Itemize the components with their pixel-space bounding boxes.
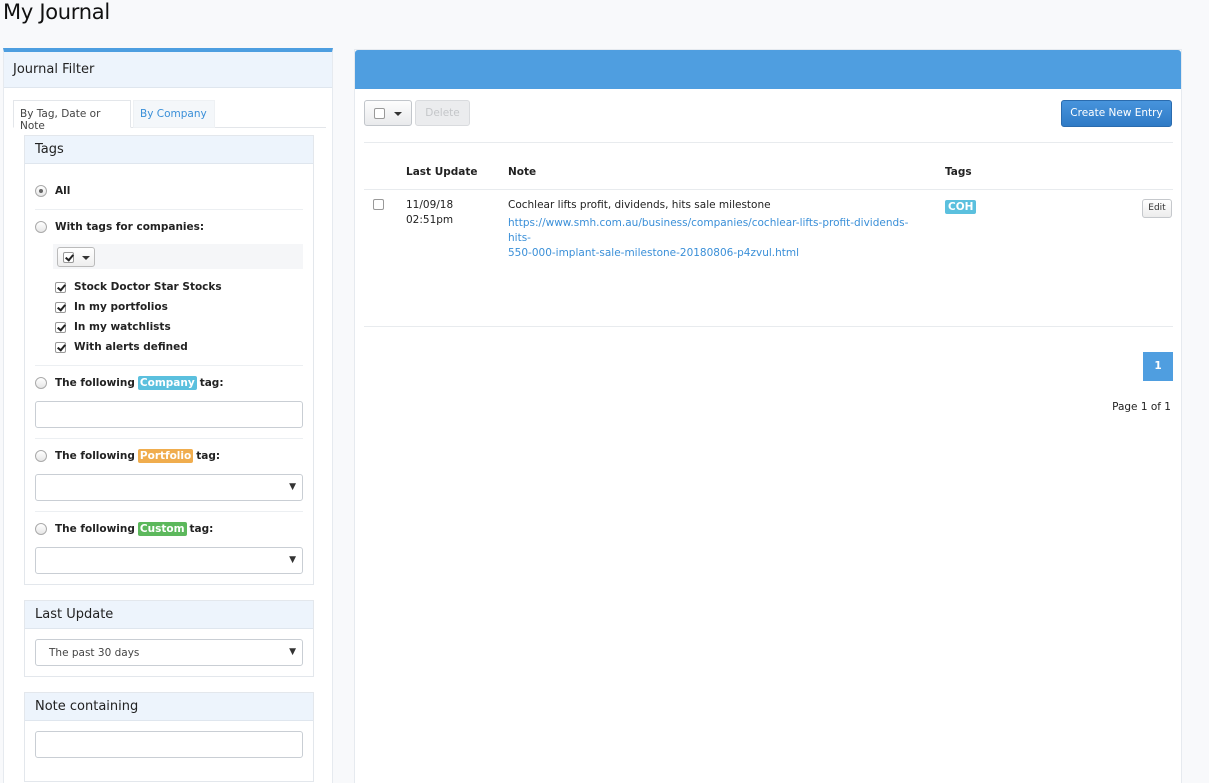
radio-with-tags-label: With tags for companies: <box>55 221 205 233</box>
caret-down-icon <box>82 256 90 260</box>
column-header-last-update[interactable]: Last Update <box>406 166 478 178</box>
dropdown-arrow-icon: ▼ <box>289 555 296 565</box>
portfolio-tag-select[interactable]: ▼ <box>35 474 303 501</box>
divider <box>364 326 1173 327</box>
note-containing-box: Note containing <box>24 692 314 782</box>
delete-button[interactable]: Delete <box>415 100 470 126</box>
checkbox-icon <box>374 108 385 119</box>
radio-portfolio-tag[interactable] <box>35 450 47 462</box>
last-update-selected: The past 30 days <box>49 647 140 659</box>
radio-with-tags-row[interactable]: With tags for companies: <box>35 221 204 233</box>
page-1-button[interactable]: 1 <box>1143 352 1173 381</box>
portfolio-tag-label: Portfolio <box>137 449 194 463</box>
divider <box>35 511 303 512</box>
note-containing-title: Note containing <box>25 693 313 721</box>
check-watchlists-row[interactable]: In my watchlists <box>55 321 171 333</box>
tag-suffix-label: tag: <box>199 377 224 389</box>
select-entries-dropdown[interactable] <box>364 100 412 126</box>
row-checkbox[interactable] <box>373 199 384 210</box>
custom-tag-label: Custom <box>137 522 187 536</box>
page-title: My Journal <box>3 0 110 24</box>
journal-entries-panel: Delete Create New Entry Last Update Note… <box>354 49 1182 783</box>
create-new-entry-button[interactable]: Create New Entry <box>1061 100 1172 127</box>
row-note: Cochlear lifts profit, dividends, hits s… <box>508 198 928 261</box>
edit-button[interactable]: Edit <box>1142 199 1172 218</box>
radio-with-tags[interactable] <box>35 221 47 233</box>
check-portfolios-row[interactable]: In my portfolios <box>55 301 168 313</box>
divider <box>364 142 1173 143</box>
check-star-stocks-label: Stock Doctor Star Stocks <box>74 281 222 293</box>
column-header-tags[interactable]: Tags <box>945 166 972 178</box>
journal-filter-title: Journal Filter <box>4 52 332 88</box>
tags-box-title: Tags <box>25 136 313 164</box>
page-info: Page 1 of 1 <box>1112 401 1171 413</box>
note-containing-input[interactable] <box>35 731 303 758</box>
filter-tabs: By Tag, Date or Note By Company <box>13 100 326 132</box>
following-label: The following <box>55 450 135 462</box>
tags-box: Tags All With tags for companies: Stock … <box>24 135 314 585</box>
entries-header-bar <box>355 50 1181 89</box>
checkbox-star-stocks[interactable] <box>55 281 66 293</box>
checkbox-watchlists[interactable] <box>55 321 66 333</box>
dropdown-arrow-icon: ▼ <box>289 647 296 657</box>
radio-all[interactable] <box>35 185 47 197</box>
radio-custom-tag[interactable] <box>35 523 47 535</box>
dropdown-arrow-icon: ▼ <box>289 482 296 492</box>
select-all-dropdown[interactable] <box>57 247 95 267</box>
row-note-link[interactable]: https://www.smh.com.au/business/companie… <box>508 216 928 261</box>
divider <box>35 209 303 210</box>
check-alerts-label: With alerts defined <box>74 341 188 353</box>
row-note-link-line2: 550-000-implant-sale-milestone-20180806-… <box>508 247 800 259</box>
company-tag-label: Company <box>137 376 197 390</box>
radio-company-tag[interactable] <box>35 377 47 389</box>
radio-company-tag-row[interactable]: The following Company tag: <box>35 376 224 390</box>
following-label: The following <box>55 523 135 535</box>
following-label: The following <box>55 377 135 389</box>
row-last-update: 11/09/18 02:51pm <box>406 198 453 228</box>
checkbox-alerts[interactable] <box>55 341 66 353</box>
radio-all-row[interactable]: All <box>35 185 70 197</box>
check-portfolios-label: In my portfolios <box>74 301 168 313</box>
radio-custom-tag-row[interactable]: The following Custom tag: <box>35 522 213 536</box>
tab-by-tag-date-note[interactable]: By Tag, Date or Note <box>13 100 131 132</box>
radio-portfolio-tag-row[interactable]: The following Portfolio tag: <box>35 449 220 463</box>
company-tag-options <box>53 244 303 269</box>
custom-tag-select[interactable]: ▼ <box>35 547 303 574</box>
row-time: 02:51pm <box>406 214 454 226</box>
journal-filter-panel: Journal Filter By Tag, Date or Note By C… <box>3 48 333 783</box>
row-note-link-line1: https://www.smh.com.au/business/companie… <box>508 217 909 244</box>
tab-by-company[interactable]: By Company <box>133 100 215 128</box>
tag-suffix-label: tag: <box>189 523 214 535</box>
check-icon <box>63 252 74 263</box>
row-note-title: Cochlear lifts profit, dividends, hits s… <box>508 199 771 211</box>
last-update-select[interactable]: The past 30 days ▼ <box>35 639 303 666</box>
check-watchlists-label: In my watchlists <box>74 321 171 333</box>
row-tag-badge[interactable]: COH <box>945 200 977 214</box>
check-alerts-row[interactable]: With alerts defined <box>55 341 188 353</box>
divider <box>35 365 303 366</box>
divider <box>35 438 303 439</box>
caret-down-icon <box>394 112 402 116</box>
tag-suffix-label: tag: <box>196 450 221 462</box>
check-star-stocks-row[interactable]: Stock Doctor Star Stocks <box>55 281 222 293</box>
column-header-note[interactable]: Note <box>508 166 536 178</box>
radio-all-label: All <box>55 185 71 197</box>
divider <box>364 189 1173 190</box>
company-tag-input[interactable] <box>35 401 303 428</box>
row-date: 11/09/18 <box>406 199 454 211</box>
checkbox-portfolios[interactable] <box>55 301 66 313</box>
last-update-title: Last Update <box>25 601 313 629</box>
last-update-box: Last Update The past 30 days ▼ <box>24 600 314 677</box>
